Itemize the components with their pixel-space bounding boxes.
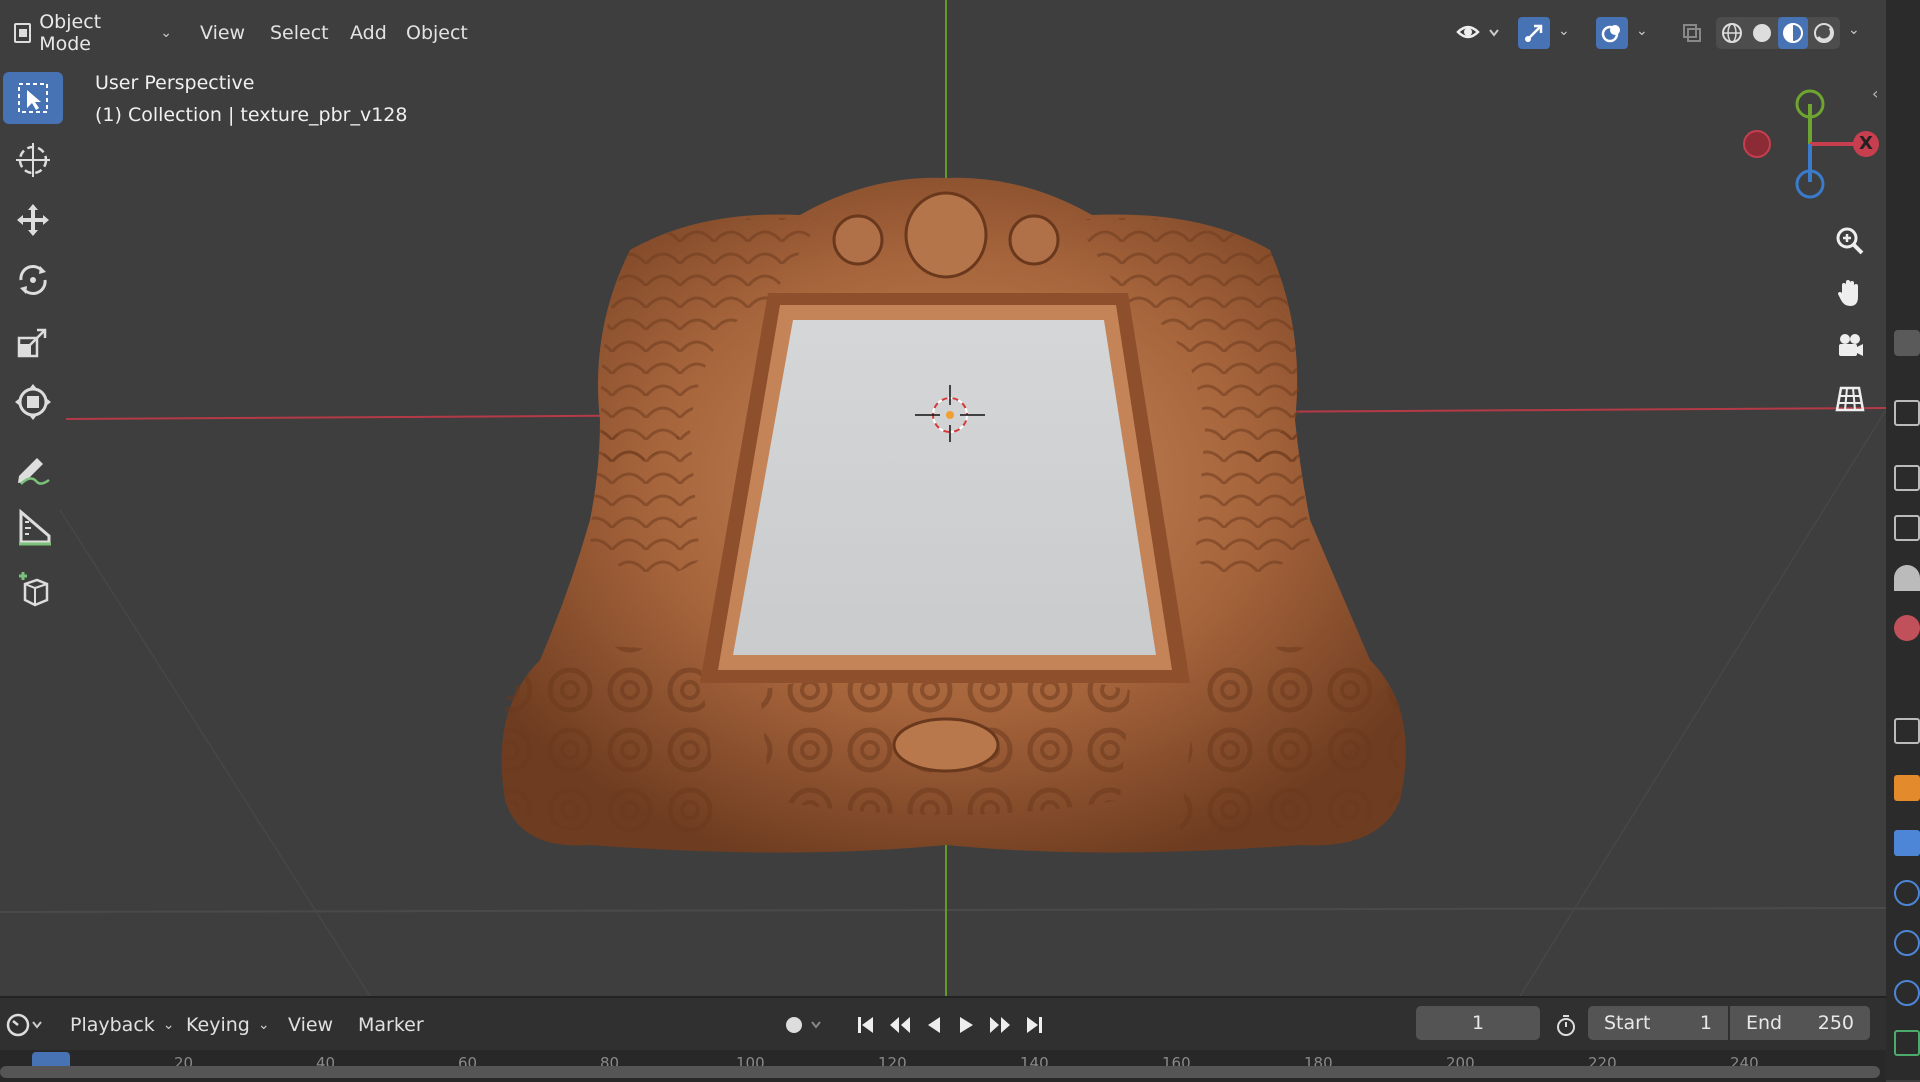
rendered-shading-icon[interactable] bbox=[1812, 21, 1836, 45]
keying-menu-label: Keying bbox=[186, 1014, 250, 1036]
play-icon[interactable] bbox=[950, 1009, 982, 1041]
mirror-glass bbox=[733, 320, 1156, 655]
viewport-header: Object Mode ⌄ View Select Add Object ⌄ ⌄ bbox=[0, 0, 1886, 66]
overlay-toggle-group: ⌄ bbox=[1596, 17, 1658, 49]
zoom-icon[interactable] bbox=[1828, 219, 1872, 263]
tool-properties-icon[interactable] bbox=[1894, 330, 1920, 356]
editor-type-clock-icon[interactable] bbox=[2, 1009, 48, 1041]
view-name-label: User Perspective bbox=[95, 72, 255, 94]
gizmo-toggle-icon[interactable] bbox=[1518, 17, 1550, 49]
scene-properties-icon[interactable] bbox=[1894, 565, 1920, 591]
menu-object[interactable]: Object bbox=[398, 17, 476, 49]
collection-info-label: (1) Collection | texture_pbr_v128 bbox=[95, 104, 408, 126]
chevron-down-icon: ⌄ bbox=[162, 1017, 175, 1033]
overlay-toggle-icon[interactable] bbox=[1596, 17, 1628, 49]
material-preview-shading-icon[interactable] bbox=[1778, 17, 1808, 49]
shading-dropdown-icon[interactable]: ⌄ bbox=[1848, 22, 1860, 38]
visibility-selectability-icon[interactable] bbox=[1454, 17, 1504, 49]
object-mode-icon bbox=[14, 23, 32, 43]
collection-properties-icon[interactable] bbox=[1894, 718, 1920, 744]
chevron-down-icon: ⌄ bbox=[160, 25, 172, 41]
3d-viewport[interactable]: X User Perspective (1) Collection | text… bbox=[0, 0, 1886, 996]
gizmo-neg-x bbox=[1743, 130, 1771, 158]
prev-keyframe-icon[interactable] bbox=[884, 1009, 916, 1041]
jump-start-icon[interactable] bbox=[850, 1009, 882, 1041]
constraints-properties-icon[interactable] bbox=[1894, 980, 1920, 1006]
move-icon[interactable] bbox=[3, 194, 63, 246]
start-frame-value: 1 bbox=[1699, 1012, 1712, 1034]
properties-tab-strip bbox=[1886, 0, 1920, 1080]
end-frame-field[interactable]: End 250 bbox=[1730, 1006, 1870, 1040]
particles-properties-icon[interactable] bbox=[1894, 880, 1920, 906]
gizmo-dropdown-icon[interactable]: ⌄ bbox=[1558, 23, 1570, 39]
next-keyframe-icon[interactable] bbox=[984, 1009, 1016, 1041]
wireframe-shading-icon[interactable] bbox=[1720, 21, 1744, 45]
viewport-scene bbox=[0, 0, 1886, 996]
keying-menu[interactable]: Keying ⌄ bbox=[176, 1009, 280, 1041]
start-frame-field[interactable]: Start 1 bbox=[1588, 1006, 1728, 1040]
mirror-frame-model[interactable] bbox=[501, 177, 1406, 853]
output-properties-icon[interactable] bbox=[1894, 465, 1920, 491]
end-frame-value: 250 bbox=[1817, 1012, 1854, 1034]
auto-keying-icon[interactable] bbox=[776, 1009, 832, 1041]
end-frame-label: End bbox=[1746, 1012, 1783, 1034]
timeline-view-menu[interactable]: View bbox=[278, 1009, 343, 1041]
current-frame-field[interactable]: 1 bbox=[1416, 1006, 1540, 1040]
camera-icon[interactable] bbox=[1828, 324, 1872, 368]
transform-icon[interactable] bbox=[3, 376, 63, 428]
menu-view[interactable]: View bbox=[192, 17, 253, 49]
chevron-down-icon: ⌄ bbox=[257, 1017, 270, 1033]
object-mode-label: Object Mode bbox=[39, 11, 102, 55]
timeline-scrollbar[interactable] bbox=[0, 1066, 1880, 1078]
measure-icon[interactable] bbox=[3, 502, 63, 554]
shading-mode-group bbox=[1716, 17, 1840, 49]
solid-shading-icon[interactable] bbox=[1750, 21, 1774, 45]
xray-toggle-icon[interactable] bbox=[1676, 17, 1708, 49]
data-properties-icon[interactable] bbox=[1894, 1030, 1920, 1056]
play-reverse-icon[interactable] bbox=[918, 1009, 950, 1041]
cursor-icon[interactable] bbox=[3, 134, 63, 186]
view-layer-properties-icon[interactable] bbox=[1894, 515, 1920, 541]
physics-properties-icon[interactable] bbox=[1894, 930, 1920, 956]
menu-select[interactable]: Select bbox=[262, 17, 337, 49]
hand-pan-icon[interactable] bbox=[1828, 271, 1872, 315]
overlay-dropdown-icon[interactable]: ⌄ bbox=[1636, 23, 1648, 39]
gizmo-toggle-group: ⌄ bbox=[1518, 17, 1580, 49]
scale-icon[interactable] bbox=[3, 316, 63, 368]
gizmo-x-label: X bbox=[1859, 133, 1873, 154]
render-properties-icon[interactable] bbox=[1894, 400, 1920, 426]
world-properties-icon[interactable] bbox=[1894, 615, 1920, 641]
annotate-icon[interactable] bbox=[3, 444, 63, 496]
modifier-properties-icon[interactable] bbox=[1894, 830, 1920, 856]
stopwatch-icon[interactable] bbox=[1550, 1009, 1582, 1041]
object-mode-dropdown[interactable]: Object Mode ⌄ bbox=[4, 11, 182, 55]
grid-ortho-icon[interactable] bbox=[1828, 377, 1872, 421]
rotate-icon[interactable] bbox=[3, 254, 63, 306]
start-frame-label: Start bbox=[1604, 1012, 1651, 1034]
marker-menu[interactable]: Marker bbox=[348, 1009, 434, 1041]
menu-add[interactable]: Add bbox=[342, 17, 395, 49]
jump-end-icon[interactable] bbox=[1018, 1009, 1050, 1041]
playback-menu[interactable]: Playback ⌄ bbox=[60, 1009, 185, 1041]
object-properties-icon[interactable] bbox=[1894, 775, 1920, 801]
playback-menu-label: Playback bbox=[70, 1014, 155, 1036]
sidebar-toggle-icon[interactable]: ‹ bbox=[1872, 84, 1878, 103]
select-box-icon[interactable] bbox=[3, 72, 63, 124]
add-cube-icon[interactable] bbox=[3, 564, 63, 616]
